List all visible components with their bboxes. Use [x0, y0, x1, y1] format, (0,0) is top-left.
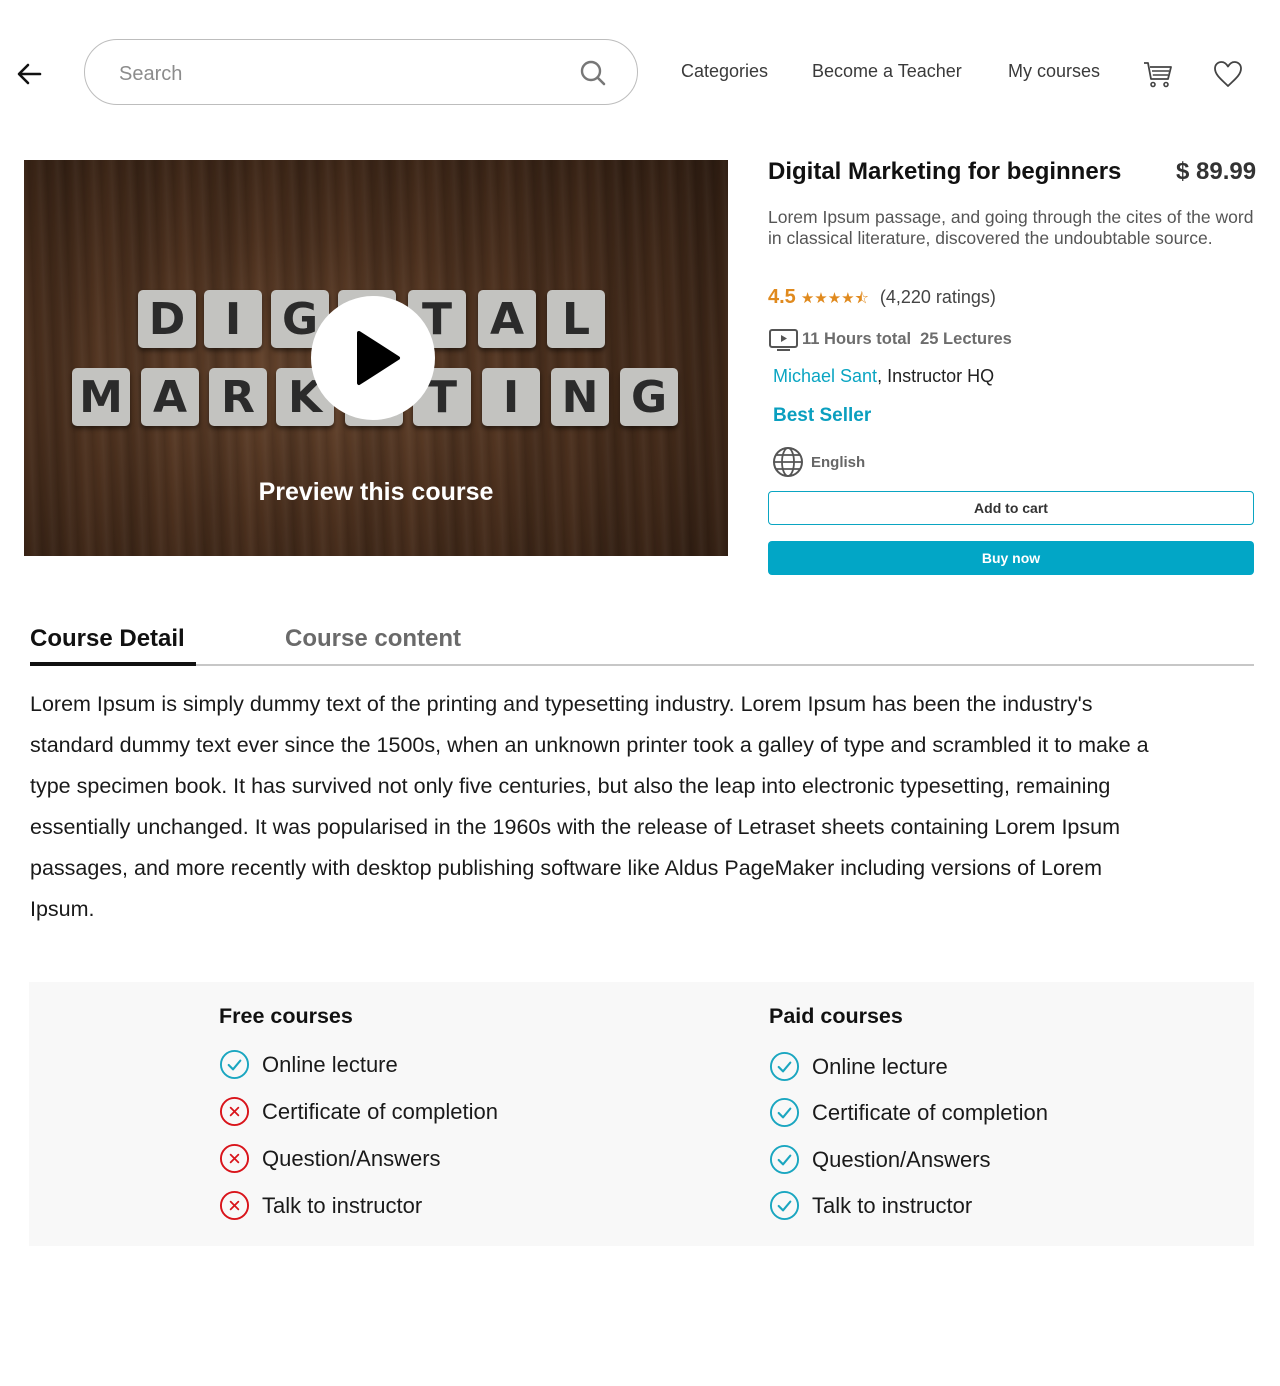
free-feature-item: Talk to instructor: [219, 1190, 422, 1221]
tab-course-detail[interactable]: Course Detail: [30, 625, 185, 653]
feature-label: Certificate of completion: [262, 1098, 498, 1124]
feature-label: Question/Answers: [812, 1146, 991, 1172]
paid-feature-item: Certificate of completion: [769, 1097, 1048, 1128]
check-icon: [769, 1051, 800, 1082]
course-description: Lorem Ipsum passage, and going through t…: [768, 207, 1254, 248]
cart-icon[interactable]: [1142, 58, 1174, 90]
feature-label: Talk to instructor: [812, 1192, 973, 1218]
instructor-org: , Instructor HQ: [877, 366, 995, 386]
free-feature-item: Online lecture: [219, 1049, 398, 1080]
play-icon: [357, 331, 400, 385]
instructor-link[interactable]: Michael Sant: [773, 366, 877, 386]
language-label: English: [811, 453, 866, 471]
paid-courses-title: Paid courses: [769, 1004, 903, 1028]
paid-feature-item: Question/Answers: [769, 1144, 991, 1175]
feature-label: Online lecture: [812, 1053, 948, 1079]
cross-icon: [219, 1143, 250, 1174]
hours-total: 11 Hours total: [802, 329, 912, 348]
cross-icon: [219, 1190, 250, 1221]
search-bar: [84, 39, 638, 105]
rating-value: 4.5: [768, 286, 796, 308]
lectures-count: 25 Lectures: [920, 329, 1012, 348]
nav-become-teacher[interactable]: Become a Teacher: [812, 61, 962, 82]
free-feature-item: Question/Answers: [219, 1143, 441, 1174]
course-title: Digital Marketing for beginners: [768, 158, 1122, 185]
tabs-divider: [30, 664, 1254, 666]
rating-row: 4.5 ★★★★⯪ (4,220 ratings): [768, 286, 996, 313]
course-comparison: Free courses Paid courses Online lecture…: [29, 982, 1254, 1246]
feature-label: Talk to instructor: [262, 1192, 423, 1218]
best-seller-badge: Best Seller: [773, 405, 872, 426]
search-icon[interactable]: [579, 59, 607, 87]
star-rating-icon: ★★★★⯪: [800, 290, 869, 307]
check-icon: [219, 1049, 250, 1080]
feature-label: Certificate of completion: [812, 1099, 1048, 1125]
active-tab-indicator: [30, 662, 196, 666]
nav-categories[interactable]: Categories: [681, 61, 768, 82]
buy-now-button[interactable]: Buy now: [768, 541, 1254, 575]
check-icon: [769, 1190, 800, 1221]
preview-label: Preview this course: [258, 478, 494, 506]
check-icon: [769, 1144, 800, 1175]
paid-feature-item: Online lecture: [769, 1051, 948, 1082]
play-button[interactable]: [311, 296, 435, 420]
course-detail-text: Lorem Ipsum is simply dummy text of the …: [30, 692, 1149, 921]
language-row: English: [772, 446, 865, 478]
add-to-cart-button[interactable]: Add to cart: [768, 491, 1254, 525]
paid-feature-item: Talk to instructor: [769, 1190, 972, 1221]
course-preview[interactable]: D I G I T A L M A R K E T I N G Preview …: [24, 160, 728, 556]
course-meta: 11 Hours total 25 Lectures: [768, 327, 1012, 351]
video-icon: [769, 329, 798, 351]
heart-icon[interactable]: [1212, 58, 1244, 90]
free-courses-title: Free courses: [219, 1004, 353, 1028]
feature-label: Online lecture: [262, 1051, 398, 1077]
feature-label: Question/Answers: [262, 1145, 441, 1171]
check-icon: [769, 1097, 800, 1128]
tab-course-content[interactable]: Course content: [285, 625, 461, 653]
instructor-line: Michael Sant, Instructor HQ: [773, 366, 994, 387]
back-arrow-icon[interactable]: [14, 58, 46, 90]
course-price: $ 89.99: [1176, 158, 1257, 185]
search-input[interactable]: [117, 56, 561, 92]
nav-my-courses[interactable]: My courses: [1008, 61, 1100, 82]
free-feature-item: Certificate of completion: [219, 1096, 498, 1127]
rating-count: (4,220 ratings): [879, 287, 996, 307]
cross-icon: [219, 1096, 250, 1127]
globe-icon: [773, 447, 803, 477]
